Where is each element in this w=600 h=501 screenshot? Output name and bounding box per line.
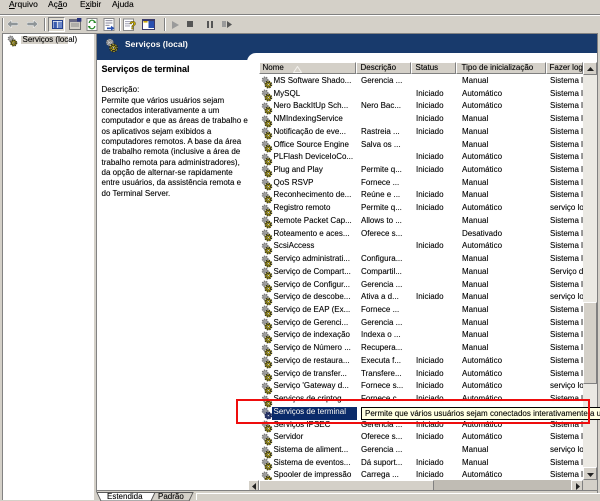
svg-text:?: ? [129, 20, 136, 31]
